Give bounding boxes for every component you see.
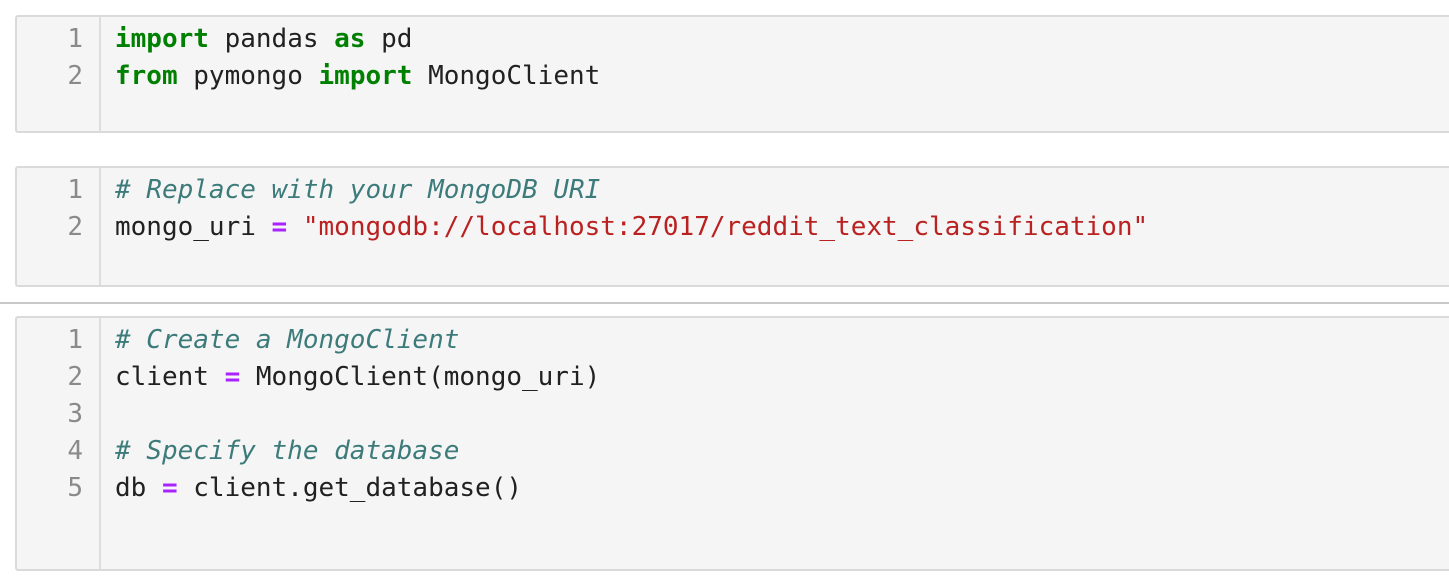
code-cell-mongo-uri[interactable]: 1 # Replace with your MongoDB URI 2 mongo_u… — [15, 166, 1449, 287]
code-line[interactable]: 1 # Create a MongoClient — [17, 322, 1449, 359]
comment-token: # Replace with your MongoDB URI — [115, 175, 601, 205]
code-token: client.get_database() — [177, 473, 522, 503]
keyword-token: as — [334, 24, 366, 54]
line-number: 5 — [67, 473, 83, 503]
code-token: pd — [365, 24, 413, 54]
code-line[interactable]: 4 # Specify the database — [17, 433, 1449, 470]
cell-separator — [0, 302, 1449, 304]
line-number: 1 — [67, 24, 83, 54]
code-line[interactable]: 2 from pymongo import MongoClient — [17, 58, 1449, 95]
code-text: # Specify the database — [115, 433, 459, 470]
code-text: client = MongoClient(mongo_uri) — [115, 359, 600, 396]
operator-token: = — [224, 362, 241, 392]
code-cell-imports[interactable]: 1 import pandas as pd 2 from pymongo import… — [15, 15, 1449, 133]
line-number: 2 — [67, 212, 83, 242]
code-text: db = client.get_database() — [115, 470, 522, 507]
code-line[interactable]: 5 db = client.get_database() — [17, 470, 1449, 507]
code-line[interactable]: 1 # Replace with your MongoDB URI — [17, 172, 1449, 209]
operator-token: = — [161, 473, 178, 503]
line-number: 2 — [67, 61, 83, 91]
line-number: 3 — [67, 399, 83, 429]
comment-token: # Specify the database — [115, 436, 460, 466]
code-editor[interactable]: 1 import pandas as pd 2 from pymongo import… — [17, 21, 1449, 95]
line-number: 1 — [67, 325, 83, 355]
code-token: db — [115, 473, 162, 503]
code-editor[interactable]: 1 # Create a MongoClient 2 client = MongoCl… — [17, 322, 1449, 507]
code-token: mongo_uri — [115, 212, 272, 242]
keyword-token: import — [318, 61, 413, 91]
keyword-token: from — [115, 61, 178, 91]
code-text: from pymongo import MongoClient — [115, 58, 600, 95]
comment-token: # Create a MongoClient — [115, 325, 460, 355]
operator-token: = — [271, 212, 288, 242]
code-text: import pandas as pd — [115, 21, 412, 58]
code-text: # Create a MongoClient — [115, 322, 459, 359]
code-token: client — [115, 362, 225, 392]
code-line[interactable]: 1 import pandas as pd — [17, 21, 1449, 58]
code-line[interactable]: 3 — [17, 396, 1449, 433]
line-number: 2 — [67, 362, 83, 392]
code-text: # Replace with your MongoDB URI — [115, 172, 600, 209]
line-number: 1 — [67, 175, 83, 205]
line-number: 4 — [67, 436, 83, 466]
code-text: mongo_uri = "mongodb://localhost:27017/r… — [115, 209, 1148, 246]
code-cell-create-client[interactable]: 1 # Create a MongoClient 2 client = MongoCl… — [15, 316, 1449, 571]
code-token: MongoClient(mongo_uri) — [240, 362, 601, 392]
string-token: "mongodb://localhost:27017/reddit_text_c… — [302, 212, 1149, 242]
code-token: pandas — [208, 24, 335, 54]
code-line[interactable]: 2 client = MongoClient(mongo_uri) — [17, 359, 1449, 396]
code-token: pymongo — [177, 61, 319, 91]
keyword-token: import — [115, 24, 209, 54]
code-token: MongoClient — [412, 61, 601, 91]
code-editor[interactable]: 1 # Replace with your MongoDB URI 2 mongo_u… — [17, 172, 1449, 246]
code-line[interactable]: 2 mongo_uri = "mongodb://localhost:27017/… — [17, 209, 1449, 246]
